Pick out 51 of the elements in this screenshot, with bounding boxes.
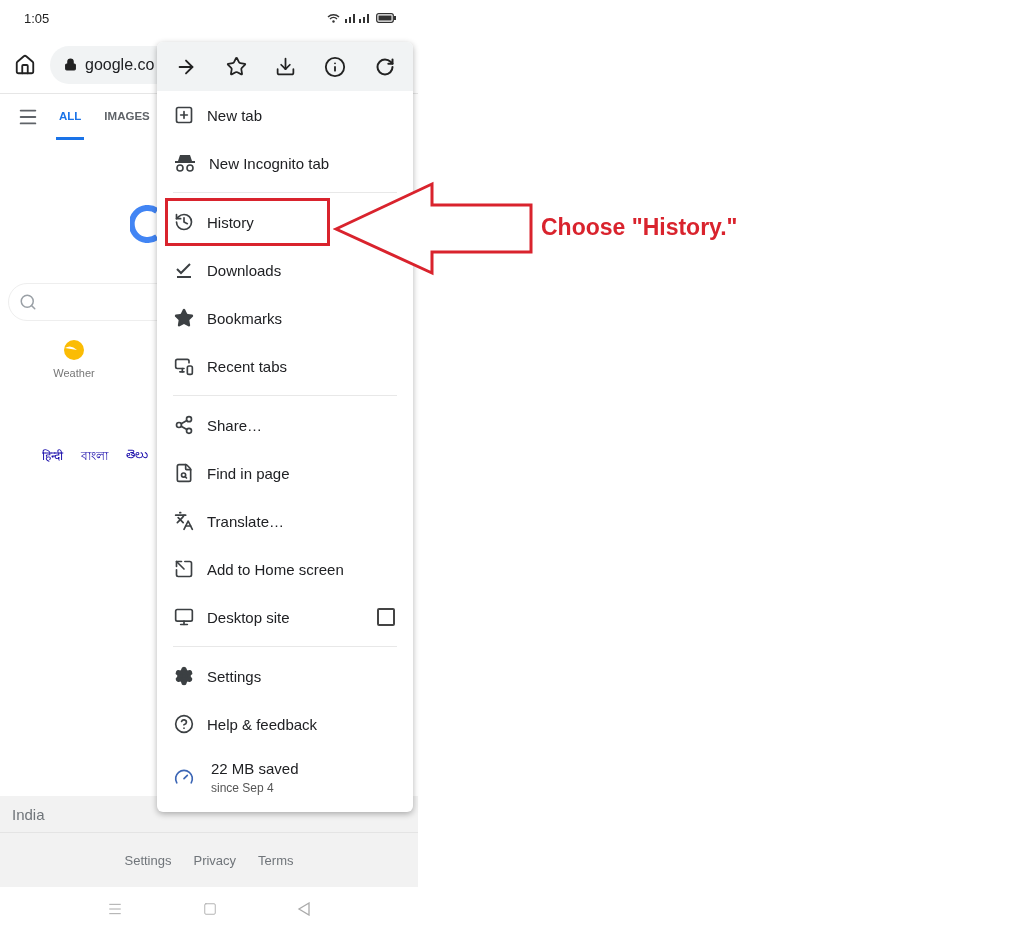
search-icon bbox=[19, 293, 37, 311]
add-to-home-icon bbox=[174, 559, 194, 579]
menu-item[interactable]: Recent tabs bbox=[157, 342, 306, 390]
download-icon bbox=[274, 56, 296, 77]
settings-icon bbox=[174, 666, 194, 686]
language-link[interactable]: हिन्दी bbox=[42, 447, 63, 467]
shortcut-label: Weather bbox=[53, 367, 95, 379]
menu-item[interactable]: Desktop site bbox=[157, 593, 413, 641]
incognito-icon bbox=[174, 153, 196, 173]
reload-icon bbox=[374, 56, 395, 77]
tab[interactable]: IMAGES bbox=[101, 94, 153, 140]
translate-icon bbox=[174, 511, 194, 531]
menu-item[interactable]: Downloads bbox=[157, 246, 300, 294]
gauge-icon bbox=[174, 767, 194, 787]
annotation-text: Choose "History." bbox=[541, 214, 738, 241]
footer-link[interactable]: Privacy bbox=[193, 852, 237, 868]
share-icon bbox=[174, 415, 194, 435]
footer-link[interactable]: Terms bbox=[258, 852, 294, 868]
status-time: 1:05 bbox=[24, 10, 50, 26]
find-in-page-icon bbox=[174, 463, 194, 483]
menu-item[interactable]: Settings bbox=[157, 652, 280, 700]
menu-item[interactable]: Find in page bbox=[157, 449, 308, 497]
download-done-icon bbox=[174, 260, 194, 280]
devices-icon bbox=[174, 356, 194, 376]
logo-icon bbox=[130, 205, 158, 243]
battery-icon bbox=[376, 13, 396, 23]
checkbox[interactable] bbox=[377, 608, 395, 626]
saver-title: 22 MB saved bbox=[211, 759, 299, 777]
menu-item[interactable]: New Incognito tab bbox=[157, 139, 348, 187]
star-icon bbox=[225, 56, 247, 77]
saver-subtitle: since Sep 4 bbox=[211, 780, 275, 795]
menu-item[interactable]: Share… bbox=[157, 401, 281, 449]
new-tab-icon bbox=[174, 105, 194, 125]
help-icon bbox=[174, 714, 194, 734]
menu-item[interactable]: New tab bbox=[157, 91, 281, 139]
language-link[interactable]: తెలు bbox=[126, 447, 148, 467]
tab[interactable]: ALL bbox=[56, 94, 85, 140]
signal-icon bbox=[345, 13, 371, 23]
star-icon bbox=[174, 308, 194, 328]
footer-link[interactable]: Settings bbox=[124, 852, 172, 868]
home-icon[interactable] bbox=[14, 53, 36, 76]
menu-item[interactable]: Add to Home screen bbox=[157, 545, 362, 593]
menu-item[interactable]: History bbox=[157, 198, 272, 246]
language-link[interactable]: বাংলা bbox=[81, 447, 108, 467]
info-icon bbox=[324, 55, 347, 78]
history-icon bbox=[174, 212, 194, 232]
wifi-icon bbox=[327, 13, 340, 23]
menu-item[interactable]: Translate… bbox=[157, 497, 302, 545]
menu-item[interactable]: Help & feedback bbox=[157, 700, 336, 748]
menu-item[interactable]: Bookmarks bbox=[157, 294, 301, 342]
monitor-icon bbox=[174, 607, 194, 627]
